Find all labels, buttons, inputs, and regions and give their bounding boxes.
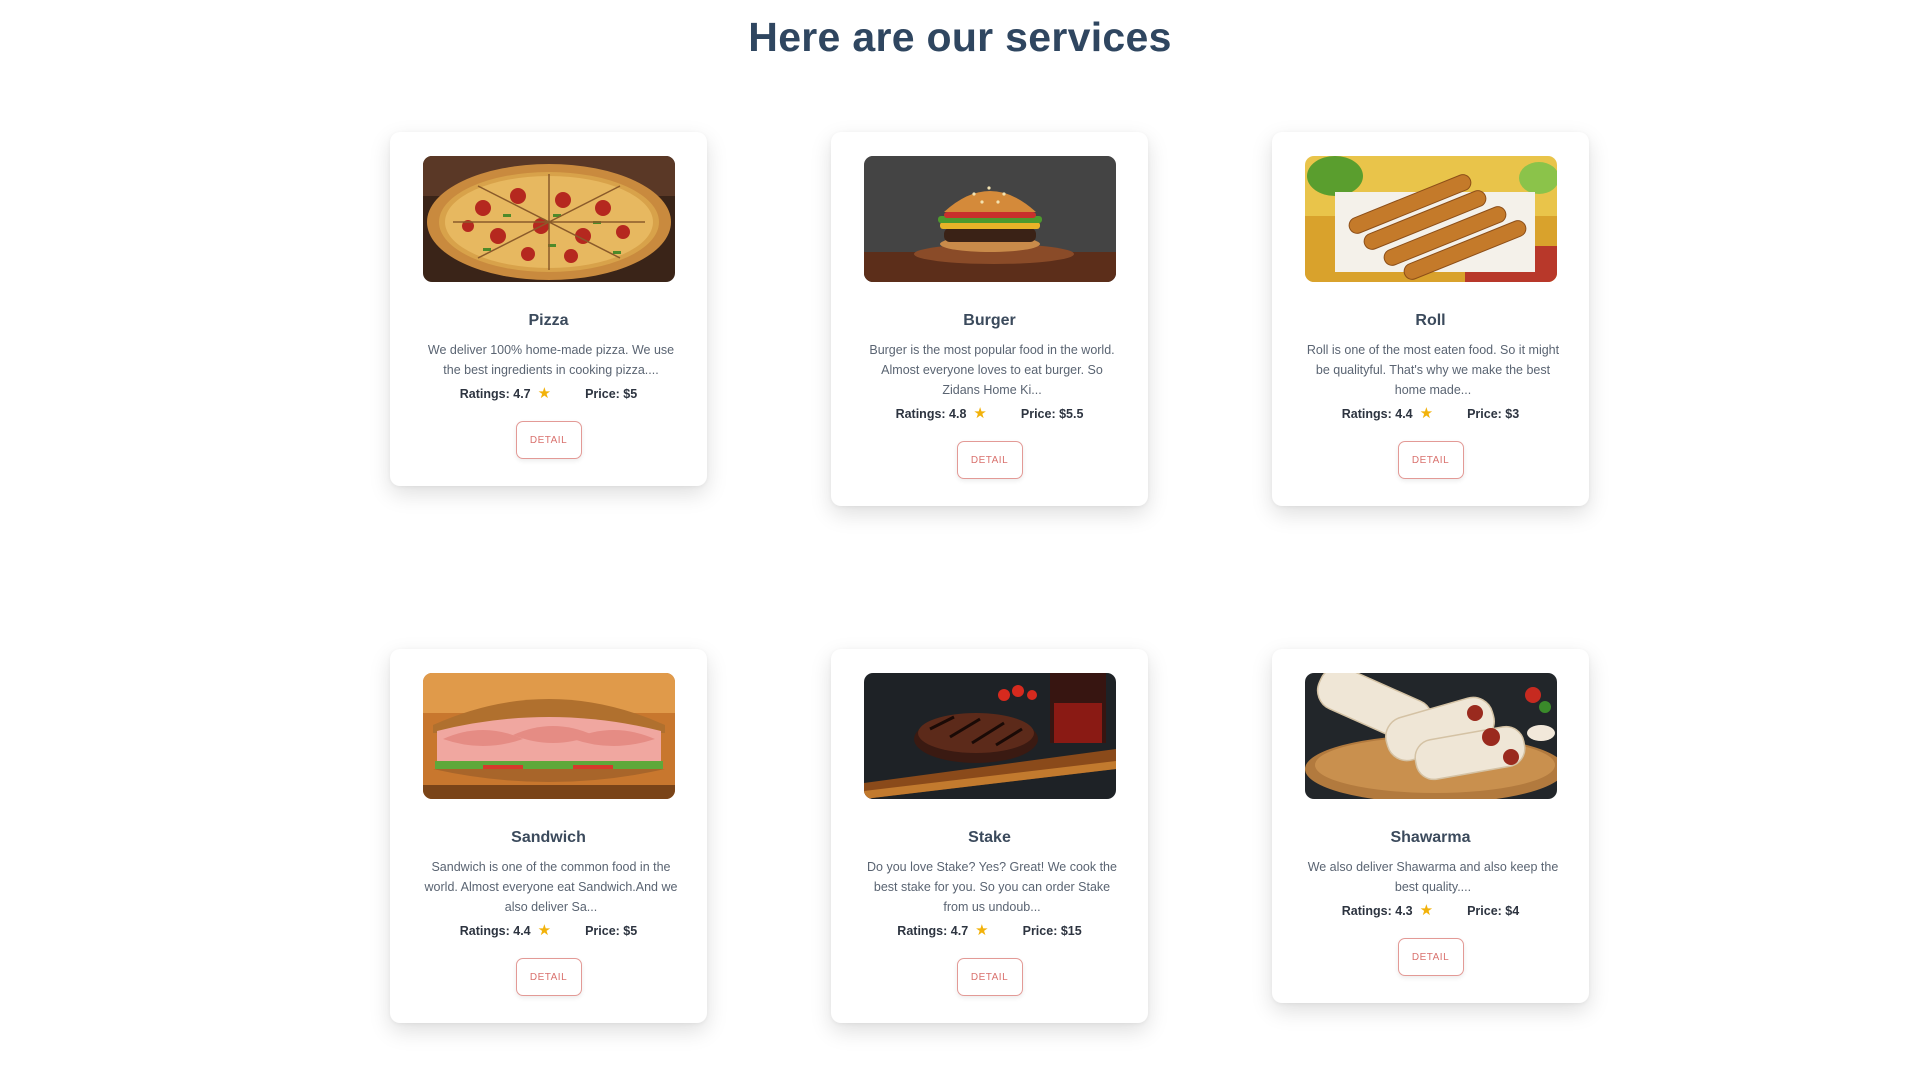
service-card-stake: Stake Do you love Stake? Yes? Great! We … [831,649,1148,1023]
service-card-burger: Burger Burger is the most popular food i… [831,132,1148,506]
card-title: Burger [963,312,1016,329]
rating: Ratings: 4.7 ★ [460,386,551,401]
card-meta: Ratings: 4.8 ★ Price: $5.5 [861,406,1118,421]
card-description: Roll is one of the most eaten food. So i… [1306,343,1560,397]
card-title: Roll [1415,312,1446,329]
card-meta: Ratings: 4.3 ★ Price: $4 [1302,903,1559,918]
page-title: Here are our services [748,14,1172,60]
detail-button[interactable]: DETAIL [956,441,1023,479]
service-card-shawarma: Shawarma We also deliver Shawarma and al… [1272,649,1589,1003]
price-label: Price: $5 [585,923,638,938]
rating-label: Ratings: 4.7 [459,386,531,401]
card-description: We also deliver Shawarma and also keep t… [1307,860,1559,894]
rating: Ratings: 4.4 ★ [460,923,551,938]
detail-button[interactable]: DETAIL [1397,441,1464,479]
price-label: Price: $4 [1467,903,1520,918]
card-meta: Ratings: 4.7 ★ Price: $5 [420,386,677,401]
service-card-roll: Roll Roll is one of the most eaten food.… [1272,132,1589,506]
rating: Ratings: 4.3 ★ [1342,903,1433,918]
card-description: We deliver 100% home-made pizza. We use … [427,343,675,377]
rating-label: Ratings: 4.4 [1341,406,1413,421]
star-icon: ★ [537,385,552,402]
rating: Ratings: 4.7 ★ [897,923,988,938]
star-icon: ★ [1419,902,1434,919]
card-title: Pizza [528,312,569,329]
card-title: Sandwich [511,829,586,846]
rating-label: Ratings: 4.4 [459,923,531,938]
card-meta: Ratings: 4.7 ★ Price: $15 [861,923,1118,938]
card-meta: Ratings: 4.4 ★ Price: $5 [420,923,677,938]
star-icon: ★ [975,922,989,939]
star-icon: ★ [537,922,552,939]
price-label: Price: $5.5 [1020,406,1084,421]
price-label: Price: $5 [585,386,638,401]
sandwich-image [422,673,675,799]
rating-label: Ratings: 4.7 [897,923,969,938]
pizza-image [422,156,675,282]
burger-image [863,156,1116,282]
steak-image [863,673,1116,799]
services-page: Here are our services Pizza We deliver 1… [0,0,1920,1080]
rating-label: Ratings: 4.8 [895,406,967,421]
service-card-pizza: Pizza We deliver 100% home-made pizza. W… [390,132,707,486]
detail-button[interactable]: DETAIL [515,421,582,459]
roll-image [1304,156,1557,282]
rating: Ratings: 4.4 ★ [1342,406,1433,421]
rating-label: Ratings: 4.3 [1341,903,1413,918]
price-label: Price: $15 [1022,923,1082,938]
rating: Ratings: 4.8 ★ [896,406,987,421]
card-description: Sandwich is one of the common food in th… [424,860,678,914]
card-meta: Ratings: 4.4 ★ Price: $3 [1302,406,1559,421]
service-card-sandwich: Sandwich Sandwich is one of the common f… [390,649,707,1023]
card-description: Burger is the most popular food in the w… [869,343,1115,397]
star-icon: ★ [973,405,987,422]
card-description: Do you love Stake? Yes? Great! We cook t… [867,860,1117,914]
detail-button[interactable]: DETAIL [515,958,582,996]
card-title: Shawarma [1390,829,1471,846]
price-label: Price: $3 [1467,406,1520,421]
card-title: Stake [968,829,1011,846]
detail-button[interactable]: DETAIL [1397,938,1464,976]
detail-button[interactable]: DETAIL [956,958,1023,996]
star-icon: ★ [1419,405,1434,422]
shawarma-image [1304,673,1557,799]
